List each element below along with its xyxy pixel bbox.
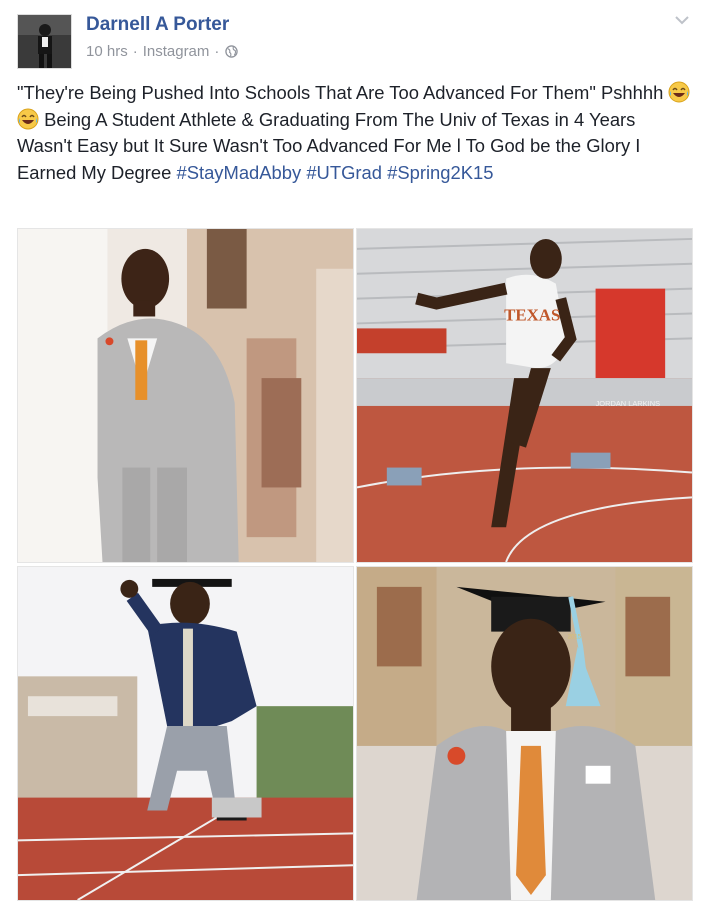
globe-icon[interactable] <box>225 45 239 58</box>
hashtag-link[interactable]: #StayMadAbby <box>176 162 301 183</box>
jersey-text: TEXAS <box>504 305 560 324</box>
tassel-charm: 2015 <box>568 635 582 641</box>
post-time[interactable]: 10 hrs <box>86 43 128 60</box>
post-source[interactable]: Instagram <box>143 43 210 60</box>
hashtag-link[interactable]: #Spring2K15 <box>387 162 493 183</box>
post-text: "They're Being Pushed Into Schools That … <box>17 80 692 186</box>
meta-separator: · <box>214 43 220 60</box>
photo-track-graduate[interactable] <box>17 566 354 901</box>
photo-grid: TEXAS JORDAN LARKINS 2015 <box>17 228 693 901</box>
author-name[interactable]: Darnell A Porter <box>86 14 229 36</box>
photo-track-sprint[interactable]: TEXAS JORDAN LARKINS <box>356 228 693 563</box>
hashtag-link[interactable]: #UTGrad <box>306 162 382 183</box>
photo-cap-closeup[interactable]: 2015 <box>356 566 693 901</box>
joy-emoji <box>668 81 690 103</box>
photo-watermark: JORDAN LARKINS <box>596 399 661 408</box>
facebook-post: Darnell A Porter 10 hrs · Instagram · "T… <box>0 0 704 910</box>
chevron-down-icon[interactable] <box>674 14 690 26</box>
meta-separator: · <box>132 43 138 60</box>
joy-emoji <box>17 108 39 129</box>
photo-suit-portrait[interactable] <box>17 228 354 563</box>
avatar[interactable] <box>17 14 72 69</box>
post-text-part1: "They're Being Pushed Into Schools That … <box>17 82 664 103</box>
post-meta: 10 hrs · Instagram · <box>86 43 239 60</box>
